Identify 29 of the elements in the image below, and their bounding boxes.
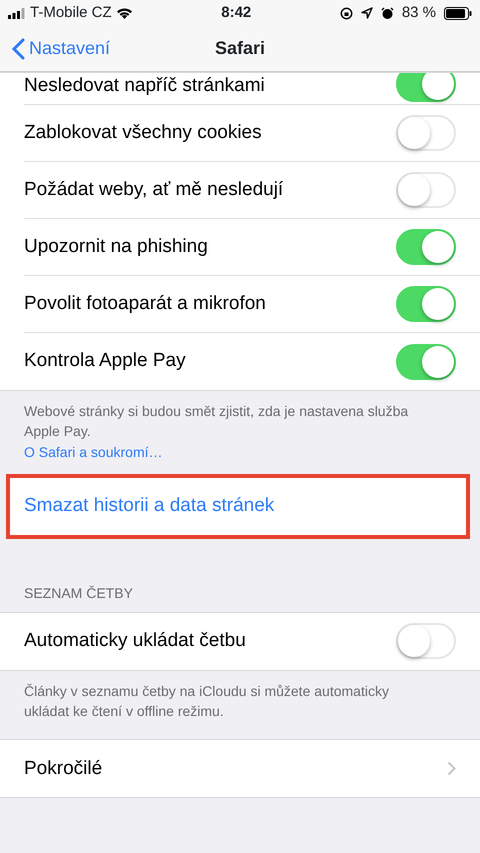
back-button[interactable]: Nastavení — [0, 34, 116, 63]
setting-label: Nesledovat napříč stránkami — [24, 74, 266, 98]
battery-icon — [444, 6, 472, 20]
status-time: 8:42 — [221, 2, 252, 23]
setting-label: Zablokovat všechny cookies — [24, 120, 263, 145]
setting-label: Automaticky ukládat četbu — [24, 629, 247, 654]
section-header: SEZNAM ČETBY — [23, 584, 134, 603]
setting-label: Upozornit na phishing — [24, 234, 209, 259]
footer-note: Webové stránky si budou smět zjistit, zda je nastavena služba Apple Pay. — [24, 402, 410, 442]
toggle-switch[interactable] — [396, 73, 456, 102]
toggle-switch[interactable] — [396, 286, 456, 322]
location-icon — [360, 7, 373, 19]
signal-icon — [8, 8, 26, 18]
battery-percent: 83 % — [402, 2, 436, 23]
wifi-icon — [116, 7, 133, 19]
page-title: Safari — [214, 37, 266, 60]
setting-label: Povolit fotoaparát a mikrofon — [24, 292, 267, 316]
toggle-switch[interactable] — [396, 229, 456, 265]
clear-history-button[interactable]: Smazat historii a data stránek — [10, 478, 466, 535]
alarm-icon — [380, 6, 394, 20]
toggle-switch[interactable] — [396, 344, 456, 380]
rotation-lock-icon — [340, 6, 353, 20]
chevron-icon — [447, 761, 456, 776]
setting-label: Požádat weby, ať mě nesledují — [24, 178, 284, 202]
back-chevron-icon — [12, 38, 25, 60]
carrier-name: T-Mobile CZ — [30, 2, 112, 23]
setting-label: Kontrola Apple Pay — [24, 349, 187, 374]
footer-note: Články v seznamu četby na iCloudu si můžete automaticky ukládat ke čtení v offline režimu. — [23, 682, 390, 722]
privacy-link[interactable]: O Safari a soukromí… — [24, 444, 162, 460]
